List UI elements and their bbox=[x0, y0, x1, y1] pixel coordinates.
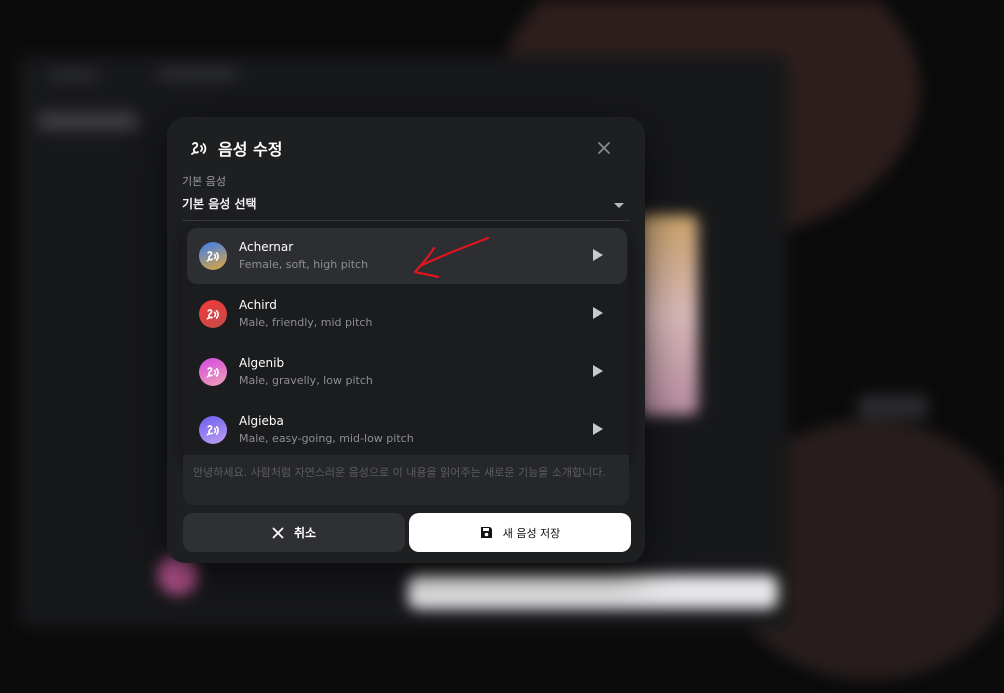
voice-dropdown-list: Achernar Female, soft, high pitch Achird Ma… bbox=[183, 224, 629, 461]
dialog-title: 음성 수정 bbox=[218, 140, 283, 159]
save-icon bbox=[480, 526, 493, 539]
voice-avatar-icon bbox=[199, 242, 227, 270]
background-bar bbox=[858, 395, 928, 419]
voice-name: Algieba bbox=[239, 414, 284, 428]
voice-avatar-icon bbox=[199, 416, 227, 444]
voice-name: Achernar bbox=[239, 240, 294, 254]
cancel-button[interactable]: 취소 bbox=[183, 513, 405, 552]
edit-voice-dialog: 음성 수정 기본 음성 기본 음성 선택 Achernar Female, sof… bbox=[167, 117, 645, 563]
voice-description: Female, soft, high pitch bbox=[239, 258, 369, 271]
background-bar bbox=[158, 67, 238, 81]
play-icon[interactable] bbox=[593, 423, 603, 435]
background-bar bbox=[408, 575, 778, 609]
voice-option-0[interactable]: Achernar Female, soft, high pitch bbox=[187, 228, 627, 284]
save-voice-button[interactable]: 새 음성 저장 bbox=[409, 513, 631, 552]
save-label: 새 음성 저장 bbox=[502, 526, 561, 540]
voice-avatar-icon bbox=[199, 300, 227, 328]
dialog-header: 음성 수정 bbox=[189, 137, 627, 159]
background-bar bbox=[38, 111, 138, 131]
close-icon bbox=[272, 527, 284, 539]
play-icon[interactable] bbox=[593, 307, 603, 319]
field-label: 기본 음성 bbox=[182, 175, 226, 188]
play-icon[interactable] bbox=[593, 249, 603, 261]
voice-avatar-icon bbox=[199, 358, 227, 386]
select-value: 기본 음성 선택 bbox=[182, 197, 257, 211]
voice-option-1[interactable]: Achird Male, friendly, mid pitch bbox=[187, 286, 627, 342]
voice-description: Male, friendly, mid pitch bbox=[239, 316, 373, 329]
voice-name: Achird bbox=[239, 298, 277, 312]
voice-description: Male, gravelly, low pitch bbox=[239, 374, 373, 387]
base-voice-select[interactable]: 기본 음성 선택 bbox=[182, 195, 630, 221]
play-icon[interactable] bbox=[593, 365, 603, 377]
sample-text-field[interactable]: 안녕하세요. 사람처럼 자연스러운 음성으로 이 내용을 읽어주는 새로운 기능… bbox=[183, 455, 629, 505]
voice-option-2[interactable]: Algenib Male, gravelly, low pitch bbox=[187, 344, 627, 400]
voice-description: Male, easy-going, mid-low pitch bbox=[239, 432, 414, 445]
caret-down-icon bbox=[614, 203, 624, 208]
voice-option-3[interactable]: Algieba Male, easy-going, mid-low pitch bbox=[187, 402, 627, 458]
close-icon[interactable] bbox=[593, 137, 615, 159]
background-thumbnail bbox=[638, 215, 698, 415]
voice-name: Algenib bbox=[239, 356, 285, 370]
voice-icon bbox=[189, 138, 209, 158]
cancel-label: 취소 bbox=[293, 526, 317, 540]
background-bar bbox=[48, 69, 98, 81]
